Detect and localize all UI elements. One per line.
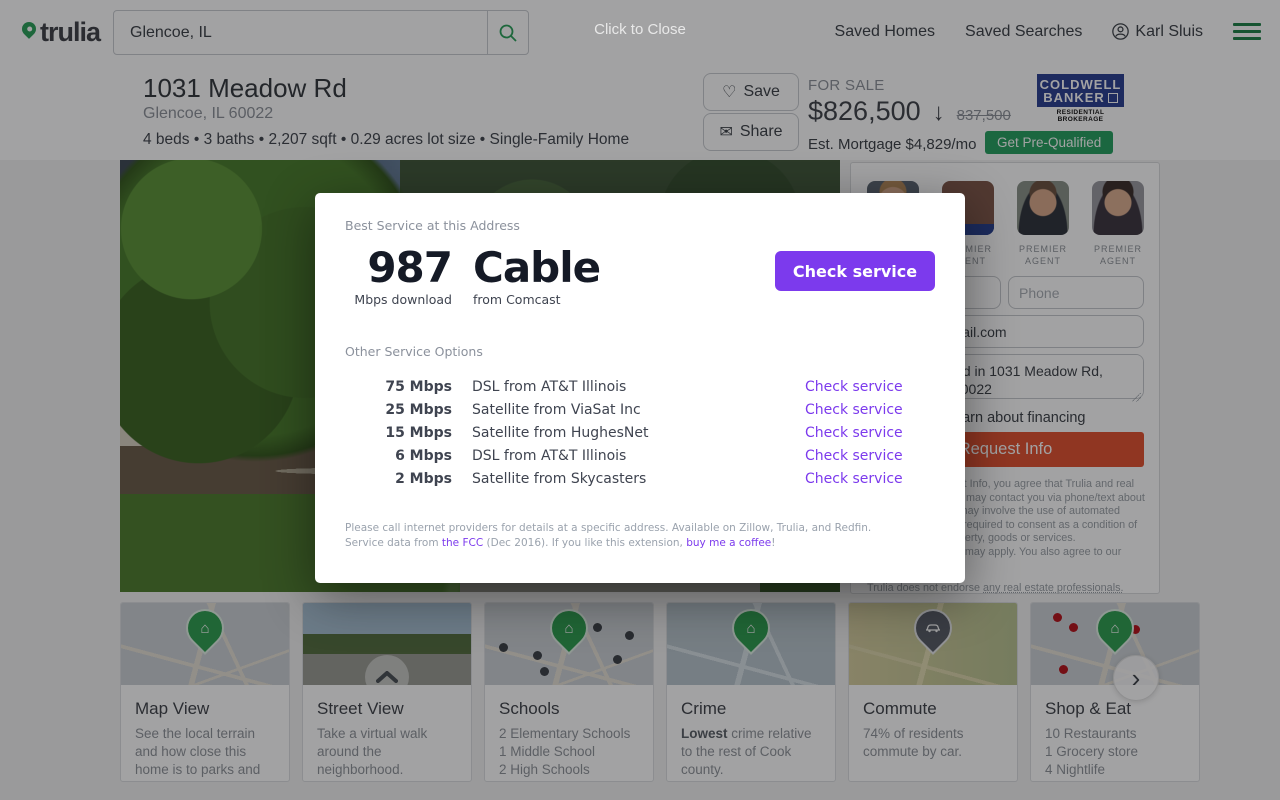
service-option-row: 25 Mbps Satellite from ViaSat Inc Check … (315, 402, 965, 420)
internet-service-modal: Best Service at this Address 987 Cable M… (315, 193, 965, 583)
check-service-link[interactable]: Check service (805, 448, 903, 464)
service-option-row: 15 Mbps Satellite from HughesNet Check s… (315, 425, 965, 443)
best-service-label: Best Service at this Address (345, 218, 520, 233)
check-service-link[interactable]: Check service (805, 471, 903, 487)
best-service-type: Cable (473, 243, 600, 292)
best-speed-caption: Mbps download (315, 292, 452, 307)
check-service-link[interactable]: Check service (805, 402, 903, 418)
page: trulia Saved Homes Saved Searches Karl S… (0, 0, 1280, 800)
service-option-row: 6 Mbps DSL from AT&T Illinois Check serv… (315, 448, 965, 466)
coffee-link[interactable]: buy me a coffee (686, 537, 771, 549)
fcc-link[interactable]: the FCC (442, 537, 483, 549)
modal-footnote: Please call internet providers for detai… (345, 521, 935, 551)
other-options-label: Other Service Options (345, 344, 483, 359)
check-service-link[interactable]: Check service (805, 379, 903, 395)
best-provider: from Comcast (473, 292, 561, 307)
service-option-row: 2 Mbps Satellite from Skycasters Check s… (315, 471, 965, 489)
service-option-row: 75 Mbps DSL from AT&T Illinois Check ser… (315, 379, 965, 397)
check-service-link[interactable]: Check service (805, 425, 903, 441)
check-service-button[interactable]: Check service (775, 251, 935, 291)
best-speed-value: 987 (315, 243, 452, 292)
